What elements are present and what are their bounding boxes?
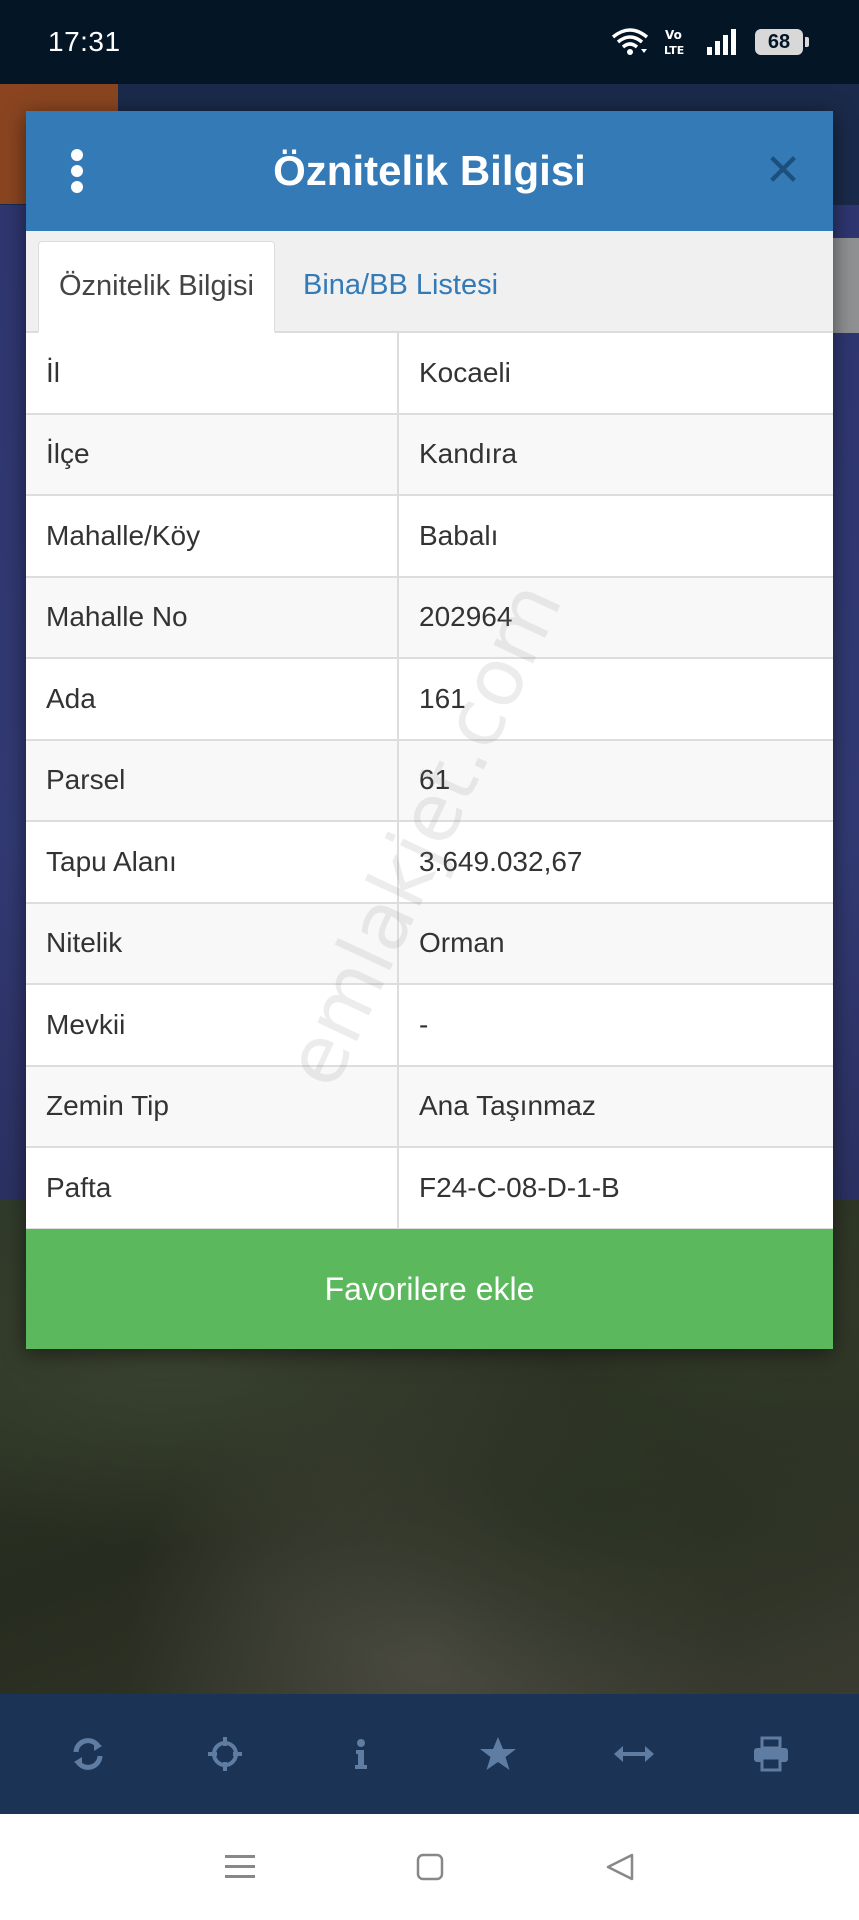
bottom-toolbar (0, 1694, 859, 1814)
signal-icon (707, 29, 736, 55)
status-time: 17:31 (48, 26, 121, 57)
row-key: İlçe (26, 414, 399, 494)
status-bar: 17:31 Vo LTE 68 (0, 0, 859, 84)
table-row: Zemin Tip Ana Taşınmaz (26, 1066, 833, 1148)
row-key: Mahalle/Köy (26, 496, 399, 576)
table-row: Nitelik Orman (26, 903, 833, 985)
row-value: Babalı (419, 519, 499, 551)
battery-level: 68 (755, 29, 803, 55)
back-icon[interactable] (600, 1847, 640, 1887)
background-gray-strip (833, 238, 859, 333)
modal-header: Öznitelik Bilgisi ✕ (26, 111, 833, 231)
home-icon[interactable] (410, 1847, 450, 1887)
row-value: Kocaeli (419, 356, 511, 388)
row-value: - (419, 1008, 429, 1040)
close-icon[interactable]: ✕ (763, 149, 803, 193)
row-key: Nitelik (26, 903, 399, 983)
row-key: Mevkii (26, 985, 399, 1065)
table-row: İl Kocaeli (26, 333, 833, 415)
table-row: Pafta F24-C-08-D-1-B (26, 1148, 833, 1230)
attribute-info-modal: Öznitelik Bilgisi ✕ Öznitelik Bilgisi Bi… (26, 111, 833, 1349)
battery-icon: 68 (755, 29, 809, 55)
volte-icon: Vo LTE (664, 28, 684, 57)
star-icon[interactable] (468, 1724, 528, 1784)
table-row: Mahalle No 202964 (26, 577, 833, 659)
tab-attribute-info[interactable]: Öznitelik Bilgisi (38, 241, 275, 333)
table-row: İlçe Kandıra (26, 414, 833, 496)
print-icon[interactable] (741, 1724, 801, 1784)
crosshair-icon[interactable] (195, 1724, 255, 1784)
row-key: Zemin Tip (26, 1066, 399, 1146)
row-value: 202964 (419, 601, 513, 633)
tabs-bar: Öznitelik Bilgisi Bina/BB Listesi (26, 231, 833, 333)
row-key: Mahalle No (26, 577, 399, 657)
tab-building-list[interactable]: Bina/BB Listesi (275, 239, 518, 331)
row-key: Pafta (26, 1148, 399, 1228)
info-icon[interactable] (331, 1724, 391, 1784)
row-key: İl (26, 333, 399, 413)
row-key: Ada (26, 659, 399, 739)
row-key: Tapu Alanı (26, 822, 399, 902)
row-value: 61 (419, 764, 451, 796)
table-row: Ada 161 (26, 659, 833, 741)
refresh-icon[interactable] (58, 1724, 118, 1784)
row-value: Kandıra (419, 438, 518, 470)
modal-title: Öznitelik Bilgisi (273, 147, 586, 194)
table-row: Mevkii - (26, 985, 833, 1067)
add-to-favorites-button[interactable]: Favorilere ekle (26, 1229, 833, 1349)
row-value: F24-C-08-D-1-B (419, 1171, 620, 1203)
attribute-table: İl Kocaeli İlçe Kandıra Mahalle/Köy Baba… (26, 333, 833, 1230)
recents-icon[interactable] (220, 1847, 260, 1887)
table-row: Mahalle/Köy Babalı (26, 496, 833, 578)
row-key: Parsel (26, 740, 399, 820)
table-row: Parsel 61 (26, 740, 833, 822)
status-icons: Vo LTE 68 (611, 27, 809, 57)
measure-icon[interactable] (604, 1724, 664, 1784)
svg-text:Vo: Vo (665, 28, 682, 42)
system-nav-bar (0, 1814, 859, 1920)
row-value: Ana Taşınmaz (419, 1090, 596, 1122)
table-row: Tapu Alanı 3.649.032,67 (26, 822, 833, 904)
wifi-icon (611, 28, 649, 55)
vertical-dots-icon[interactable] (70, 149, 84, 193)
row-value: 161 (419, 682, 466, 714)
row-value: Orman (419, 927, 505, 959)
row-value: 3.649.032,67 (419, 845, 583, 877)
svg-text:LTE: LTE (664, 44, 684, 57)
